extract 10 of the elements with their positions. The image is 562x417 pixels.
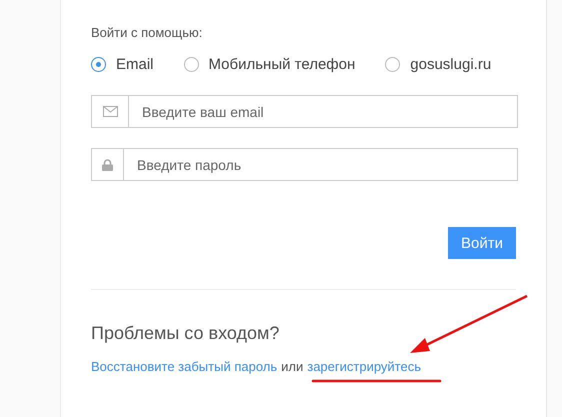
login-method-label: Войти с помощью: [91, 25, 204, 40]
input-field[interactable]: Введите пароль [124, 148, 518, 181]
lock-icon [102, 158, 113, 170]
login-method-radio[interactable]: Мобильный телефон [184, 56, 356, 73]
envelope-icon [102, 106, 118, 117]
input-field[interactable]: Введите ваш email [129, 95, 518, 128]
login-method-radio[interactable]: Email [91, 56, 154, 73]
or-text: или [281, 359, 304, 374]
problems-heading: Проблемы со входом? [91, 323, 280, 344]
login-method-radio[interactable]: gosuslugi.ru [385, 56, 492, 73]
